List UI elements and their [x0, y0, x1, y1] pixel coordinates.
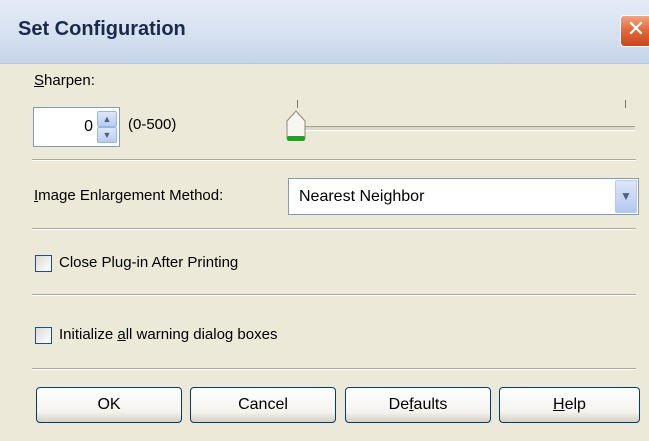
defaults-button[interactable]: Defaults	[345, 387, 491, 423]
separator	[32, 294, 636, 296]
arrow-up-icon: ▲	[102, 114, 112, 124]
sharpen-label-rest: harpen:	[44, 72, 95, 89]
init-warnings-label-pre: Initialize	[59, 326, 118, 343]
sharpen-range: (0-500)	[128, 116, 177, 133]
arrow-down-icon: ▼	[102, 130, 112, 140]
defaults-label-pre: De	[388, 396, 410, 413]
title-bar: Set Configuration ✕	[0, 0, 649, 64]
window-title: Set Configuration	[18, 18, 186, 40]
spin-up-button[interactable]: ▲	[97, 111, 117, 127]
help-button[interactable]: Help	[499, 387, 640, 423]
slider-tick-max	[625, 100, 626, 108]
enlargement-label: Image Enlargement Method:	[34, 187, 223, 204]
sharpen-slider-thumb[interactable]	[285, 110, 307, 144]
spin-buttons: ▲ ▼	[97, 111, 117, 143]
sharpen-slider-track[interactable]	[302, 126, 635, 131]
slider-tick-min	[297, 100, 298, 108]
enlargement-label-rest: mage Enlargement Method:	[38, 187, 224, 204]
close-plugin-checkbox[interactable]	[35, 255, 52, 272]
ok-button[interactable]: OK	[36, 387, 182, 423]
init-warnings-label[interactable]: Initialize all warning dialog boxes	[59, 326, 277, 343]
sharpen-spinbox[interactable]: 0 ▲ ▼	[33, 107, 120, 147]
init-warnings-checkbox[interactable]	[35, 327, 52, 344]
spin-down-button[interactable]: ▼	[97, 127, 117, 143]
close-button[interactable]: ✕	[620, 15, 649, 47]
separator	[32, 368, 636, 370]
sharpen-label: Sharpen:	[34, 72, 95, 89]
cancel-button[interactable]: Cancel	[190, 387, 336, 423]
separator	[32, 228, 636, 230]
combo-dropdown-button[interactable]: ▼	[615, 180, 637, 213]
close-plugin-label[interactable]: Close Plug-in After Printing	[59, 254, 238, 271]
chevron-down-icon: ▼	[620, 189, 632, 203]
sharpen-label-mnemonic: S	[34, 72, 45, 89]
sharpen-value[interactable]: 0	[84, 118, 93, 136]
defaults-label-post: aults	[413, 396, 448, 413]
help-label-post: elp	[564, 396, 586, 413]
enlargement-method-value: Nearest Neighbor	[299, 188, 425, 205]
close-icon: ✕	[626, 17, 646, 42]
enlargement-method-select[interactable]: Nearest Neighbor ▼	[288, 178, 639, 215]
init-warnings-label-mnemonic: a	[117, 326, 126, 343]
init-warnings-label-post: ll warning dialog boxes	[125, 326, 278, 343]
separator	[32, 159, 636, 161]
help-label-mnemonic: H	[553, 396, 565, 413]
